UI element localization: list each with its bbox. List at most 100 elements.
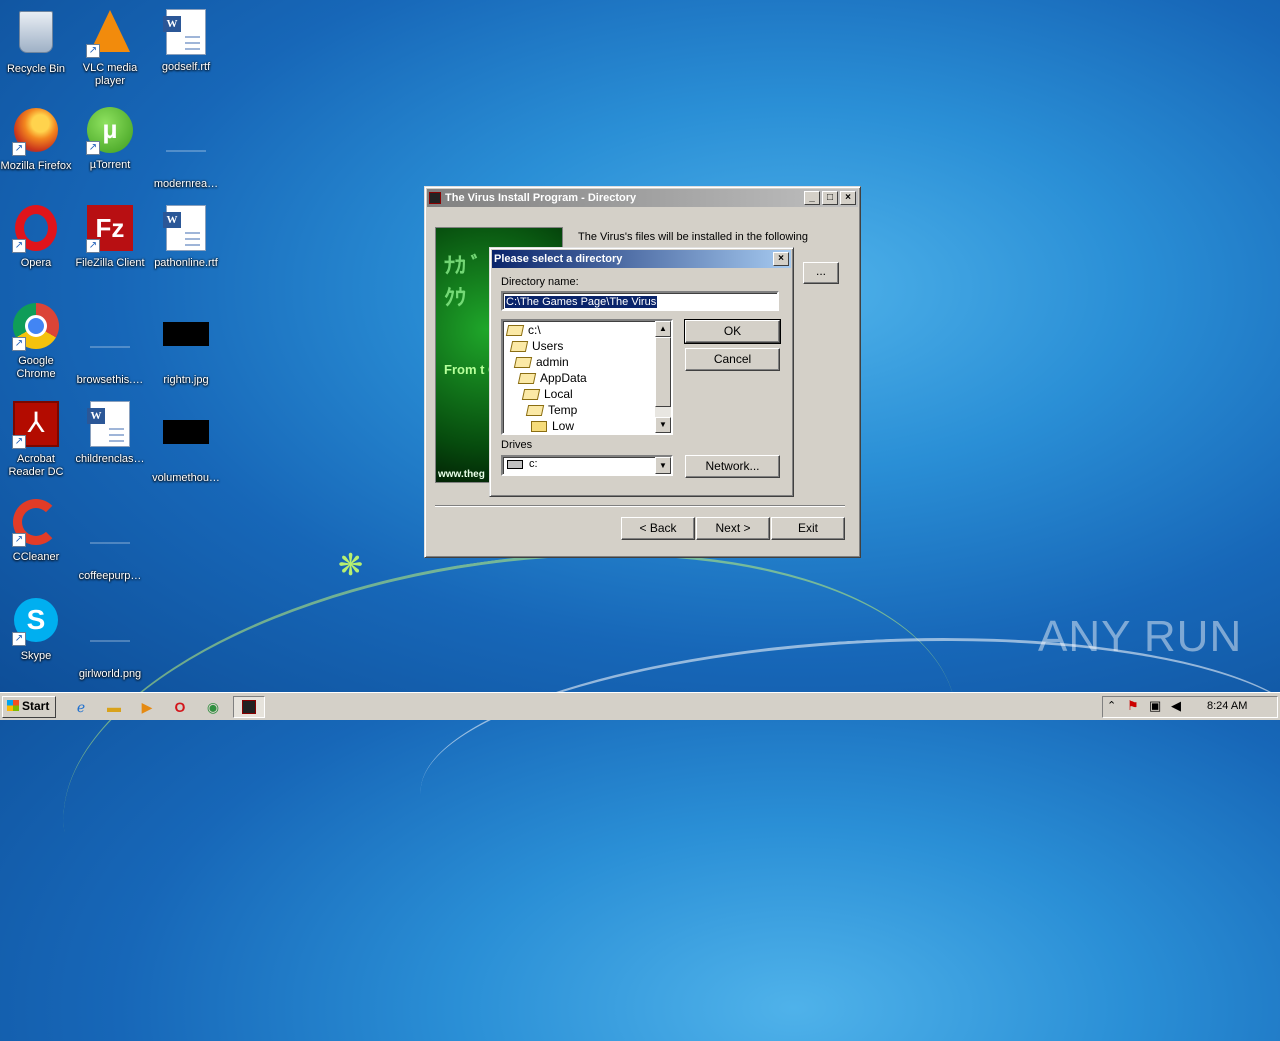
desktop-icon-label: FileZilla Client — [75, 257, 145, 269]
tree-item-admin[interactable]: admin — [513, 354, 569, 370]
cancel-button[interactable]: Cancel — [685, 348, 780, 371]
minimize-button[interactable]: _ — [804, 191, 820, 205]
chrome-taskbar-icon[interactable]: ◉ — [204, 699, 222, 715]
network-button[interactable]: Network... — [685, 455, 780, 478]
desktop-icon-vlc[interactable]: ↗ VLC media player — [72, 8, 148, 88]
word-document-icon: W — [163, 205, 206, 251]
folder-icon — [531, 420, 547, 432]
shortcut-arrow-icon: ↗ — [12, 533, 26, 547]
directory-name-input[interactable]: C:\The Games Page\The Virus — [501, 291, 779, 311]
blank-file-icon — [166, 126, 206, 152]
shortcut-arrow-icon: ↗ — [12, 435, 26, 449]
desktop-icon-rightn[interactable]: rightn.jpg — [148, 302, 224, 387]
media-player-icon[interactable]: ▶ — [138, 699, 156, 715]
directory-name-label: Directory name: — [501, 276, 579, 288]
system-tray: ⌃ ⚑ ▣ ◀ 8:24 AM — [1102, 696, 1278, 718]
folder-open-icon — [517, 372, 537, 384]
scroll-down-icon[interactable]: ▼ — [655, 417, 671, 433]
desktop-icon-childrenclas[interactable]: W childrenclas… — [72, 400, 148, 466]
tree-item-temp[interactable]: Temp — [525, 402, 577, 418]
directory-dialog-titlebar[interactable]: Please select a directory × — [492, 250, 791, 268]
anyrun-watermark: ANY RUN — [1038, 612, 1243, 661]
desktop-icon-pathonline[interactable]: W pathonline.rtf — [148, 204, 224, 270]
desktop-icon-label: Mozilla Firefox — [0, 160, 72, 172]
drives-select[interactable]: c: ▼ — [501, 455, 673, 476]
desktop-icon-label: browsethis.… — [76, 374, 144, 386]
wallpaper-leaf: ❋ — [338, 549, 364, 582]
folder-open-icon — [509, 340, 529, 352]
desktop-icon-label: µTorrent — [89, 159, 131, 171]
maximize-button[interactable]: □ — [822, 191, 838, 205]
ok-button[interactable]: OK — [684, 319, 781, 344]
clock[interactable]: 8:24 AM — [1207, 700, 1247, 712]
desktop-icon-acrobat[interactable]: ⅄ ↗ Acrobat Reader DC — [0, 400, 74, 479]
close-button[interactable]: × — [773, 252, 789, 266]
tree-item-c[interactable]: c:\ — [505, 322, 541, 338]
desktop-icon-label: volumethou… — [152, 472, 220, 484]
installer-taskbar-button[interactable] — [233, 696, 265, 718]
banner-url: www.theg — [438, 469, 485, 480]
blank-file-icon — [90, 518, 130, 544]
image-file-icon — [163, 420, 209, 444]
start-button[interactable]: Start — [2, 696, 56, 718]
tree-item-local[interactable]: Local — [521, 386, 573, 402]
shortcut-arrow-icon: ↗ — [12, 239, 26, 253]
app-icon — [242, 700, 256, 714]
volume-icon[interactable]: ◀ — [1171, 698, 1181, 714]
desktop-icon-label: Acrobat Reader DC — [8, 453, 64, 478]
blank-file-icon — [90, 616, 130, 642]
exit-button[interactable]: Exit — [771, 517, 845, 540]
tree-item-users[interactable]: Users — [509, 338, 563, 354]
folder-open-icon — [521, 388, 541, 400]
desktop-icon-recycle-bin[interactable]: Recycle Bin — [0, 8, 74, 76]
tree-scrollbar[interactable]: ▲ ▼ — [655, 321, 671, 433]
shortcut-arrow-icon: ↗ — [86, 141, 100, 155]
banner-glyphs: ﾅｶ ﾞｸｳ — [444, 253, 482, 310]
desktop-icon-label: childrenclas… — [75, 453, 145, 465]
drive-icon — [507, 460, 523, 469]
action-center-icon[interactable]: ⚑ — [1127, 698, 1139, 714]
desktop-icon-ccleaner[interactable]: ↗ CCleaner — [0, 498, 74, 564]
desktop-icon-label: Recycle Bin — [6, 63, 66, 75]
close-button[interactable]: × — [840, 191, 856, 205]
internet-explorer-icon[interactable]: ℯ — [72, 699, 90, 715]
shortcut-arrow-icon: ↗ — [86, 239, 100, 253]
explorer-folder-icon[interactable]: ▬ — [105, 699, 123, 715]
opera-taskbar-icon[interactable]: O — [171, 699, 189, 715]
folder-tree[interactable]: c:\ Users admin AppData Local Temp Low ▲… — [501, 319, 673, 435]
desktop-icon-godself[interactable]: W godself.rtf — [148, 8, 224, 74]
desktop-icon-opera[interactable]: ↗ Opera — [0, 204, 74, 270]
desktop-icon-skype[interactable]: S ↗ Skype — [0, 596, 74, 663]
show-hidden-icons-icon[interactable]: ⌃ — [1107, 699, 1116, 712]
desktop-icon-coffeepurp[interactable]: coffeepurp… — [72, 498, 148, 583]
desktop-icon-volumethou[interactable]: volumethou… — [148, 400, 224, 485]
desktop-icon-utorrent[interactable]: µ ↗ µTorrent — [72, 106, 148, 172]
desktop-icon-browsethis[interactable]: browsethis.… — [72, 302, 148, 387]
word-document-icon: W — [87, 401, 130, 447]
network-icon[interactable]: ▣ — [1149, 698, 1161, 714]
browse-button[interactable]: ... — [803, 262, 839, 284]
desktop-icon-modernrea[interactable]: modernrea… — [148, 106, 224, 191]
tree-item-appdata[interactable]: AppData — [517, 370, 587, 386]
folder-open-icon — [525, 404, 545, 416]
desktop-icon-girlworld[interactable]: girlworld.png — [72, 596, 148, 681]
desktop-icon-firefox[interactable]: ↗ Mozilla Firefox — [0, 106, 74, 173]
scroll-up-icon[interactable]: ▲ — [655, 321, 671, 337]
desktop-icon-label: girlworld.png — [78, 668, 142, 680]
image-file-icon — [163, 322, 209, 346]
desktop-icon-label: Opera — [20, 257, 52, 269]
shortcut-arrow-icon: ↗ — [12, 337, 26, 351]
directory-dialog: Please select a directory × Directory na… — [489, 247, 794, 497]
installer-titlebar[interactable]: The Virus Install Program - Directory _ … — [427, 189, 858, 207]
next-button[interactable]: Next > — [696, 517, 770, 540]
drives-label: Drives — [501, 439, 533, 451]
scroll-thumb[interactable] — [655, 337, 671, 407]
desktop-icon-filezilla[interactable]: Fz ↗ FileZilla Client — [72, 204, 148, 270]
desktop-icon-chrome[interactable]: ↗ Google Chrome — [0, 302, 74, 381]
desktop-icon-label: rightn.jpg — [163, 374, 209, 386]
desktop-icon-label: CCleaner — [12, 551, 60, 563]
chevron-down-icon[interactable]: ▼ — [655, 457, 671, 474]
back-button[interactable]: < Back — [621, 517, 695, 540]
windows-logo-icon — [7, 700, 19, 711]
tree-item-low[interactable]: Low — [531, 418, 574, 434]
